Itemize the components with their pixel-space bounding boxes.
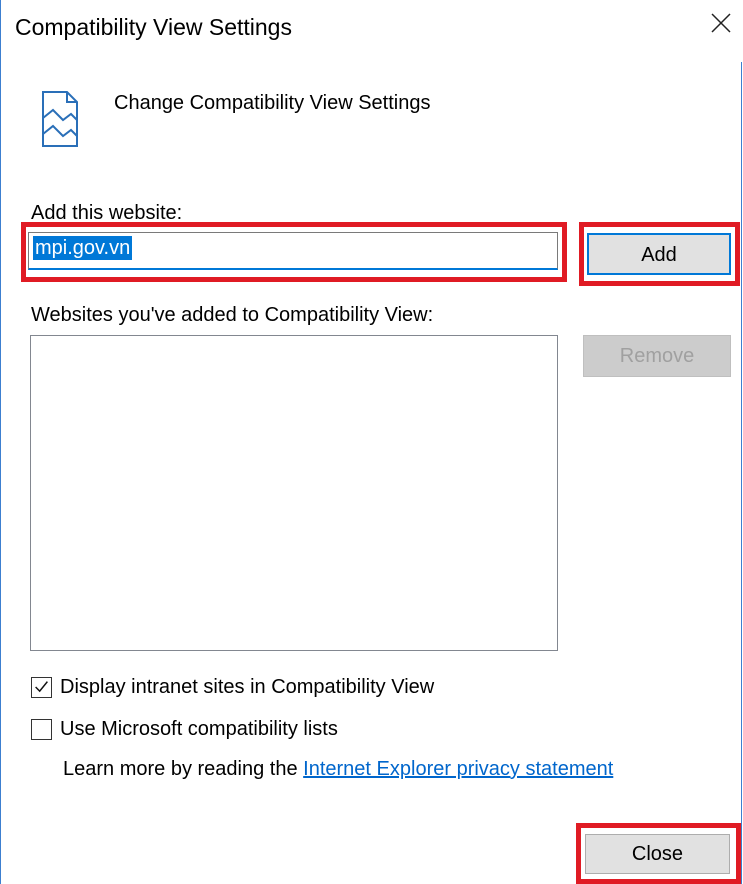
header-title: Change Compatibility View Settings xyxy=(114,92,431,114)
intranet-checkbox[interactable] xyxy=(31,677,52,698)
title-bar: Compatibility View Settings xyxy=(1,0,742,62)
intranet-option[interactable]: Display intranet sites in Compatibility … xyxy=(31,676,434,699)
window-title: Compatibility View Settings xyxy=(15,14,292,40)
ms-lists-checkbox[interactable] xyxy=(31,719,52,740)
highlight-box-add xyxy=(579,222,740,286)
learn-more-prefix: Learn more by reading the xyxy=(63,758,298,780)
ms-lists-label: Use Microsoft compatibility lists xyxy=(60,718,338,740)
remove-button[interactable]: Remove xyxy=(583,335,731,377)
added-websites-list[interactable] xyxy=(30,335,558,651)
ms-lists-option[interactable]: Use Microsoft compatibility lists xyxy=(31,718,338,741)
intranet-label: Display intranet sites in Compatibility … xyxy=(60,676,435,698)
learn-more-text: Learn more by reading the Internet Explo… xyxy=(63,758,613,781)
checkmark-icon xyxy=(35,681,48,693)
privacy-statement-link[interactable]: Internet Explorer privacy statement xyxy=(303,758,613,780)
compat-view-icon xyxy=(42,91,78,147)
compat-view-dialog: Compatibility View Settings Change Compa… xyxy=(0,0,742,884)
added-websites-label: Websites you've added to Compatibility V… xyxy=(31,304,434,326)
highlight-box-input xyxy=(21,222,567,282)
close-icon[interactable] xyxy=(706,8,736,38)
highlight-box-close xyxy=(576,823,741,884)
